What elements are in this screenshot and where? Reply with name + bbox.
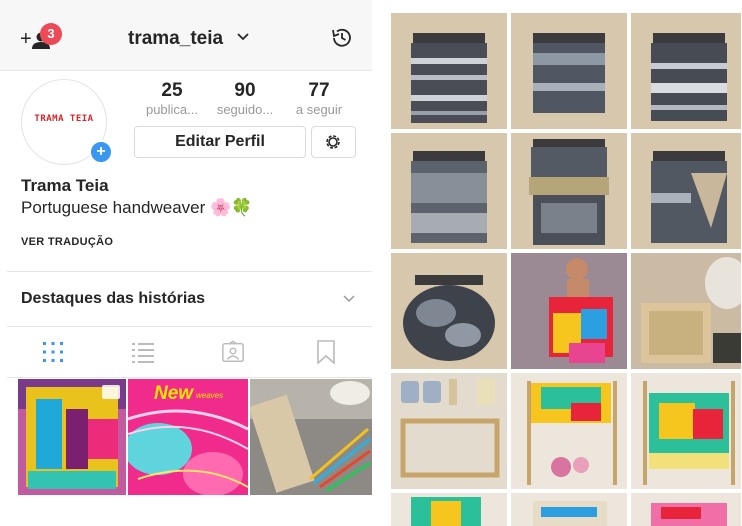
new-sublabel: weaves (196, 391, 224, 400)
gear-icon (326, 135, 340, 149)
grey-weaving-photo (391, 13, 507, 129)
profile-header-bar: + 3 trama_teia (0, 0, 372, 71)
edit-profile-button[interactable]: Editar Perfil (134, 126, 306, 158)
loom-with-flowers-photo (511, 373, 627, 489)
chevron-down-icon[interactable] (342, 294, 356, 304)
grid-post[interactable] (511, 133, 627, 249)
username-title[interactable]: trama_teia (128, 28, 223, 50)
post-thumbnail[interactable] (18, 379, 126, 495)
divider (7, 271, 372, 272)
grid-post[interactable] (631, 493, 741, 526)
grid-post[interactable] (631, 253, 741, 369)
posts-count[interactable]: 25 publica... (137, 80, 207, 118)
following-count-label: a seguir (295, 102, 343, 117)
weaving-photo (391, 493, 507, 526)
grid-icon[interactable] (41, 340, 65, 364)
list-icon[interactable] (131, 340, 155, 364)
person-wearing-weaving-photo (511, 253, 627, 369)
following-count[interactable]: 77 a seguir (284, 80, 354, 118)
settings-button[interactable] (311, 126, 356, 158)
grid-post[interactable] (631, 133, 741, 249)
grid-post[interactable] (511, 253, 627, 369)
fringe-weaving-photo (511, 133, 627, 249)
grid-post[interactable] (631, 373, 741, 489)
grid-post[interactable] (511, 13, 627, 129)
profile-bio: Portuguese handweaver 🌸🍀 (21, 198, 253, 217)
grid-post[interactable] (631, 13, 741, 129)
instagram-profile-screen: + 3 trama_teia TRAMA TEIA + 25 publica..… (0, 0, 372, 500)
profile-name: Trama Teia (21, 176, 109, 195)
weaving-photo (511, 493, 627, 526)
following-count-value: 77 (308, 80, 330, 101)
divider (7, 326, 372, 327)
grid-post[interactable] (391, 253, 507, 369)
weaving-photo (631, 493, 741, 526)
posts-count-value: 25 (161, 80, 183, 101)
grey-weaving-photo (631, 133, 741, 249)
grey-weaving-photo (631, 13, 741, 129)
grey-weaving-photo (391, 133, 507, 249)
grid-post[interactable] (391, 493, 507, 526)
post-thumbnail[interactable]: New weaves (128, 379, 248, 495)
grid-post[interactable] (511, 373, 627, 489)
new-label: New (154, 383, 194, 404)
yarn-and-loom-photo (631, 253, 741, 369)
chevron-down-icon[interactable] (236, 32, 250, 42)
grid-post[interactable] (511, 493, 627, 526)
add-story-button[interactable]: + (89, 140, 113, 164)
story-highlights-label[interactable]: Destaques das histórias (21, 290, 205, 308)
archive-history-icon[interactable] (330, 26, 354, 50)
followers-count[interactable]: 90 seguido... (210, 80, 280, 118)
divider (7, 377, 372, 378)
grid-post[interactable] (391, 373, 507, 489)
loom-frame-photo (391, 373, 507, 489)
avatar-logo-text: TRAMA TEIA (34, 114, 94, 124)
shaggy-weaving-photo (391, 253, 507, 369)
grid-post[interactable] (391, 133, 507, 249)
followers-count-value: 90 (234, 80, 256, 101)
followers-count-label: seguido... (216, 102, 274, 117)
posts-count-label: publica... (145, 102, 199, 117)
loom-weaving-photo (631, 373, 741, 489)
post-thumbnail[interactable] (250, 379, 372, 495)
notification-badge: 3 (40, 23, 62, 45)
plus-glyph: + (20, 28, 32, 50)
see-translation-link[interactable]: VER TRADUÇÃO (21, 236, 113, 248)
loom-tools-photo (250, 379, 372, 495)
saved-bookmark-icon[interactable] (314, 340, 338, 364)
grid-post[interactable] (391, 13, 507, 129)
weaving-photo (18, 379, 126, 495)
photo-grid (391, 13, 741, 526)
tagged-icon[interactable] (221, 340, 245, 364)
grey-weaving-photo (511, 13, 627, 129)
